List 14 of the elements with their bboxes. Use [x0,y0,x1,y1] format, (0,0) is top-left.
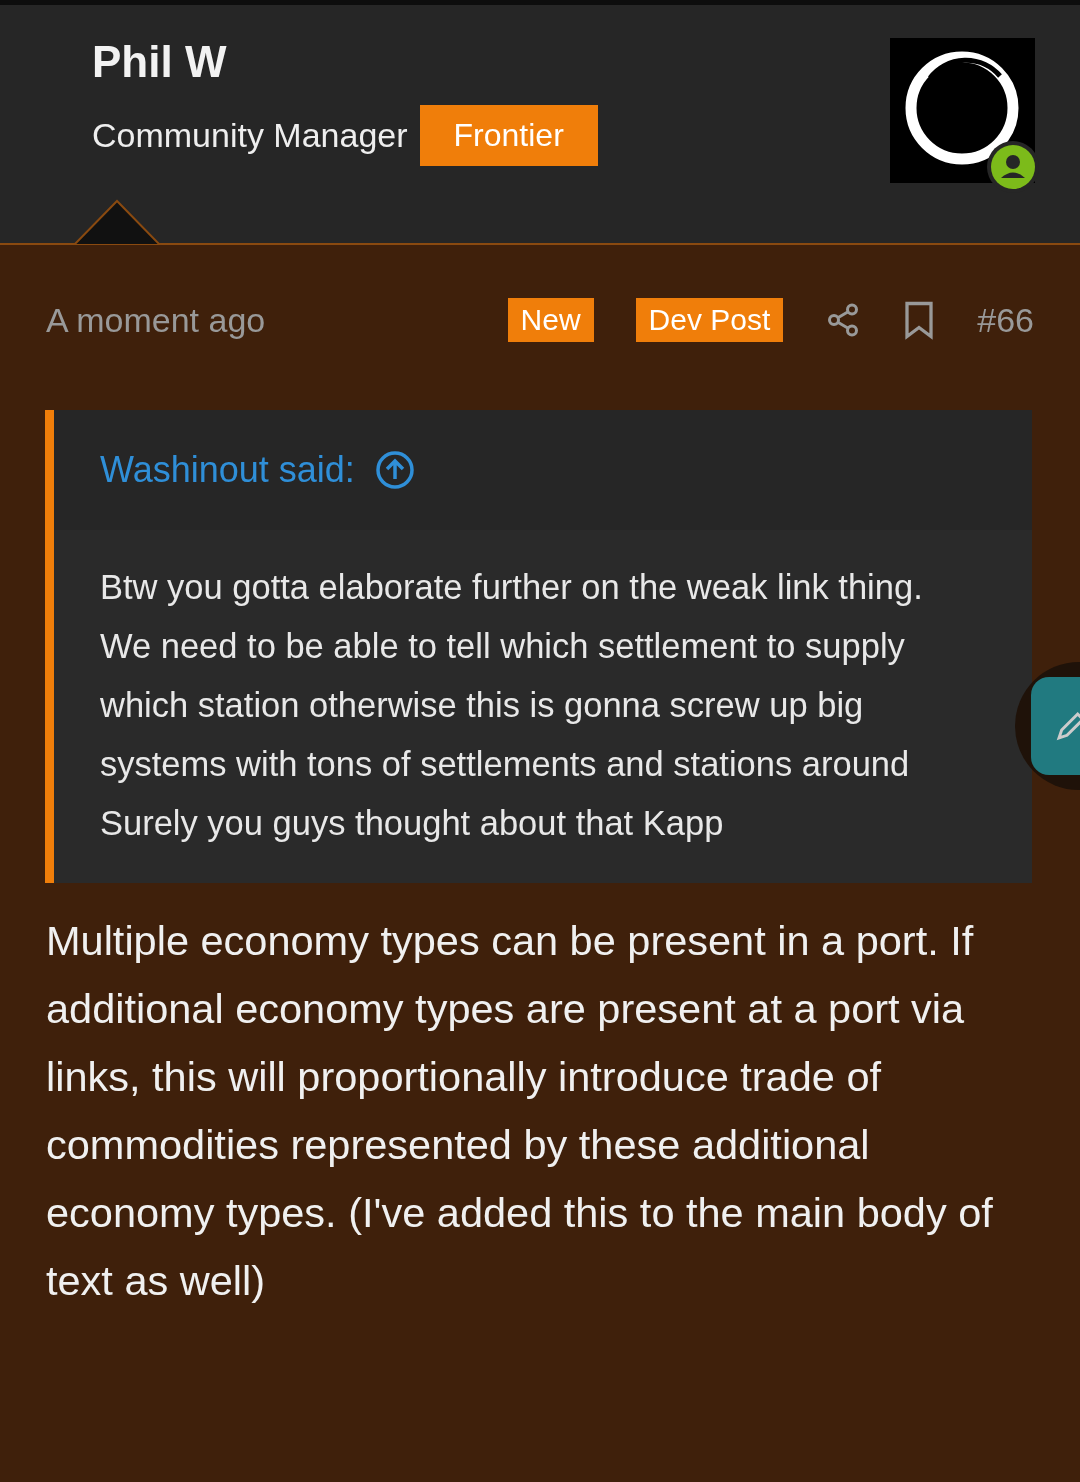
post-number[interactable]: #66 [977,300,1034,340]
post-body: Multiple economy types can be present in a port. If additional economy types are present at a port via links, this will proportionally introduce trade of commodities represented by these additional economy types. (I've added this to the main body of text as well) [46,916,994,1306]
pencil-icon [1055,710,1080,742]
author-name[interactable]: Phil W [92,37,598,87]
post-tag: New [507,298,594,342]
jump-up-icon[interactable] [374,450,415,490]
quote-text: Btw you gotta elaborate further on the weak link thing. [100,567,924,608]
quote-text: Surely you guys thought about that Kapp [100,803,725,844]
quote-author-link[interactable]: Washinout said: [100,449,355,491]
post-tag: Dev Post [635,298,784,342]
post-time[interactable]: A moment ago [46,300,508,340]
user-title: Community Manager [92,116,408,155]
quote-text: We need to be able to tell which settlement to supply which station otherwise this is gonna screw up big systems with tons of settlements and stations around [100,626,911,785]
user-banner: Frontier [419,105,598,166]
